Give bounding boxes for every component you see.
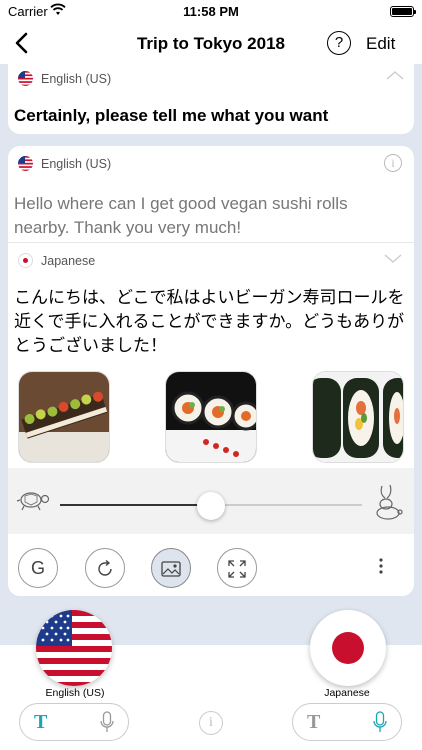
left-input-pill: T [19,703,129,741]
image-icon [161,561,181,577]
sushi-image-3[interactable] [312,371,404,463]
us-flag-icon [18,71,33,86]
sushi-image-2[interactable] [165,371,257,463]
right-language-label: Japanese [324,687,370,699]
fullscreen-button[interactable] [217,548,257,588]
battery-icon [390,6,416,17]
playback-speed-row [8,468,414,534]
left-language-label: English (US) [45,687,105,699]
previous-phrase-text: Certainly, please tell me what you want [14,106,329,125]
translation-card: English (US) i Hello where can I get goo… [8,146,414,596]
help-button[interactable]: ? [327,31,351,55]
text-input-icon[interactable]: T [307,711,320,734]
microphone-icon[interactable] [373,711,387,733]
rabbit-icon[interactable] [370,482,404,520]
google-translate-button[interactable]: G [18,548,58,588]
speed-slider-knob[interactable] [197,492,225,520]
japan-flag-icon [18,253,33,268]
info-icon[interactable]: i [384,154,402,172]
target-language-label: Japanese [41,254,96,268]
speed-slider-fill [60,504,211,506]
text-input-icon[interactable]: T [34,711,47,734]
translated-text[interactable]: こんにちは、どこで私はよいビーガン寿司ロールを近くで手に入れることができますか。… [14,286,410,358]
sushi-image-1[interactable] [18,371,110,463]
info-icon[interactable]: i [199,711,223,735]
japan-flag-speak-button[interactable] [310,610,386,686]
divider [8,242,414,243]
turtle-icon[interactable] [16,488,50,512]
navigation-bar: Trip to Tokyo 2018 ? Edit [0,22,422,64]
edit-button[interactable]: Edit [366,34,395,54]
replay-button[interactable] [85,548,125,588]
page-title: Trip to Tokyo 2018 [136,34,285,53]
us-flag-icon [36,610,112,686]
refresh-icon [98,559,112,576]
chevron-up-icon[interactable] [386,70,404,80]
previous-phrase-card[interactable]: English (US) Certainly, please tell me w… [8,64,414,134]
us-flag-speak-button[interactable] [36,610,112,686]
chevron-down-icon[interactable] [384,254,402,264]
us-flag-icon [18,156,33,171]
source-language-label: English (US) [41,157,112,171]
status-bar: Carrier 11:58 PM [0,0,422,22]
previous-language-label: English (US) [41,72,112,86]
right-input-pill: T [292,703,402,741]
clock: 11:58 PM [183,4,239,19]
images-toggle-button[interactable] [151,548,191,588]
more-options-icon[interactable] [374,556,388,576]
source-text[interactable]: Hello where can I get good vegan sushi r… [14,192,404,240]
expand-icon [228,560,246,578]
microphone-icon[interactable] [100,711,114,733]
